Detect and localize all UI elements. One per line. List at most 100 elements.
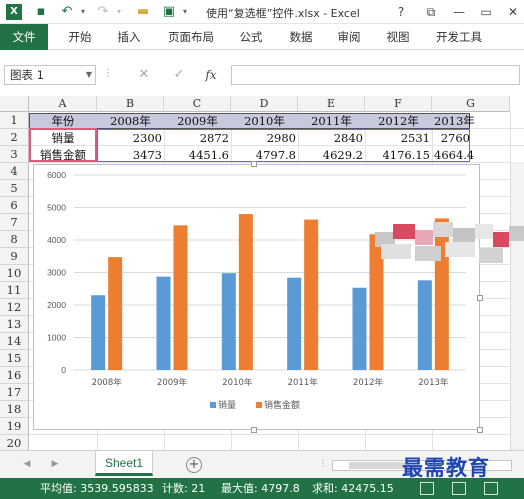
row-header-8[interactable]: 8 [0, 231, 29, 248]
tab-view[interactable]: 视图 [380, 24, 416, 50]
row-header-17[interactable]: 17 [0, 384, 29, 401]
chart-resize-handle-top[interactable] [251, 161, 257, 167]
cell-d2[interactable]: 2980 [231, 130, 298, 146]
column-header-a[interactable]: A [29, 96, 97, 112]
row-header-16[interactable]: 16 [0, 367, 29, 384]
row-header-5[interactable]: 5 [0, 180, 29, 197]
tab-review[interactable]: 审阅 [331, 24, 367, 50]
cell-e3[interactable]: 4629.2 [298, 147, 365, 163]
name-box[interactable]: 图表 1 ▼ [4, 65, 96, 85]
enter-icon[interactable]: ✓ [167, 65, 191, 85]
cell-a1[interactable]: 年份 [30, 113, 96, 129]
cell-c2[interactable]: 2872 [164, 130, 231, 146]
column-header-f[interactable]: F [365, 96, 432, 112]
cell-g3[interactable]: 4664.4 [432, 147, 474, 163]
bar-sales-volume [287, 277, 302, 370]
cell-e2[interactable]: 2840 [298, 130, 365, 146]
ribbon-display-options-icon[interactable]: ⧉ [420, 2, 442, 22]
ribbon-tabs: 文件 开始 插入 页面布局 公式 数据 审阅 视图 开发工具 [0, 24, 524, 50]
page-layout-view-icon[interactable] [452, 482, 466, 495]
cell-f2[interactable]: 2531 [365, 130, 432, 146]
tab-developer[interactable]: 开发工具 [430, 24, 488, 50]
select-all-corner[interactable] [0, 96, 29, 112]
y-tick-label: 1000 [47, 333, 66, 343]
row-header-7[interactable]: 7 [0, 214, 29, 231]
row-header-9[interactable]: 9 [0, 248, 29, 265]
formula-input[interactable] [231, 65, 520, 85]
minimize-button[interactable]: — [448, 2, 470, 22]
y-tick-label: 0 [61, 365, 66, 375]
chevron-down-icon[interactable]: ▼ [86, 66, 92, 84]
cell-g1[interactable]: 2013年 [432, 113, 475, 129]
cell-g2[interactable]: 2760 [432, 130, 472, 146]
scroll-sheets-right-icon[interactable]: ▶ [48, 457, 62, 471]
row-header-12[interactable]: 12 [0, 299, 29, 316]
bar-sales-volume [417, 280, 432, 370]
column-header-b[interactable]: B [97, 96, 164, 112]
open-icon[interactable]: ▬ [134, 3, 152, 21]
column-header-c[interactable]: C [164, 96, 231, 112]
customize-toolbar-icon[interactable]: ▾ [176, 3, 194, 21]
y-tick-label: 3000 [47, 268, 66, 278]
tab-home[interactable]: 开始 [62, 24, 98, 50]
chart-resize-handle-bottom[interactable] [251, 427, 257, 433]
cell-d1[interactable]: 2010年 [231, 113, 298, 129]
sheet-tab-sheet1[interactable]: Sheet1 [95, 451, 153, 476]
row-header-13[interactable]: 13 [0, 316, 29, 333]
cell-c1[interactable]: 2009年 [164, 113, 231, 129]
column-header-d[interactable]: D [231, 96, 298, 112]
column-header-g[interactable]: G [432, 96, 510, 112]
insert-function-icon[interactable]: fx [199, 65, 223, 85]
chart-object[interactable]: 0 1000 2000 3000 4000 5000 6000 2008年 2009年 2010年… [33, 164, 480, 430]
row-header-6[interactable]: 6 [0, 197, 29, 214]
horizontal-scrollbar-thumb[interactable] [349, 462, 409, 469]
row-header-14[interactable]: 14 [0, 333, 29, 350]
row-header-11[interactable]: 11 [0, 282, 29, 299]
tab-data[interactable]: 数据 [283, 24, 319, 50]
undo-dropdown-icon[interactable]: ▾ [74, 3, 92, 21]
cell-f1[interactable]: 2012年 [365, 113, 432, 129]
status-bar: 平均值: 3539.595833 计数: 21 最大值: 4797.8 求和: … [0, 478, 524, 499]
tab-file[interactable]: 文件 [0, 24, 48, 50]
help-button[interactable]: ? [390, 2, 412, 22]
bar-sales-volume [156, 276, 171, 370]
row-header-3[interactable]: 3 [0, 146, 29, 163]
x-tick-label: 2011年 [288, 377, 319, 388]
chart-resize-handle-corner[interactable] [477, 427, 483, 433]
cell-e1[interactable]: 2011年 [298, 113, 365, 129]
cell-b2[interactable]: 2300 [97, 130, 164, 146]
status-average: 平均值: 3539.595833 [40, 482, 154, 495]
redo-dropdown-icon[interactable]: ▾ [110, 3, 128, 21]
tab-page-layout[interactable]: 页面布局 [160, 24, 222, 50]
normal-view-icon[interactable] [420, 482, 434, 495]
maximize-button[interactable]: ▭ [475, 2, 497, 22]
sheet-split-handle-icon[interactable]: ⋮ [316, 457, 330, 471]
chart-resize-handle-right[interactable] [477, 295, 483, 301]
row-header-15[interactable]: 15 [0, 350, 29, 367]
cancel-icon[interactable]: ✕ [132, 65, 156, 85]
worksheet-grid[interactable]: A B C D E F G 1 2 3 4 5 6 7 8 9 10 11 12 13 14 15 16 17 1… [0, 96, 524, 452]
column-header-e[interactable]: E [298, 96, 365, 112]
save-icon[interactable]: ▪ [32, 3, 50, 21]
cell-f3[interactable]: 4176.15 [365, 147, 432, 163]
row-header-19[interactable]: 19 [0, 418, 29, 435]
page-break-view-icon[interactable] [484, 482, 498, 495]
status-count: 计数: 21 [162, 482, 206, 495]
formula-bar-grip-icon[interactable]: ⋮ [103, 68, 113, 79]
tab-formulas[interactable]: 公式 [233, 24, 269, 50]
row-header-1[interactable]: 1 [0, 112, 29, 129]
row-header-2[interactable]: 2 [0, 129, 29, 146]
cell-b3[interactable]: 3473 [97, 147, 164, 163]
cell-c3[interactable]: 4451.6 [164, 147, 231, 163]
row-header-18[interactable]: 18 [0, 401, 29, 418]
close-button[interactable]: ✕ [502, 2, 524, 22]
row-header-10[interactable]: 10 [0, 265, 29, 282]
bar-sales-amount [238, 214, 253, 370]
tab-insert[interactable]: 插入 [111, 24, 147, 50]
vertical-scrollbar[interactable] [510, 162, 524, 450]
cell-d3[interactable]: 4797.8 [231, 147, 298, 163]
add-sheet-icon[interactable]: + [186, 457, 202, 473]
row-header-4[interactable]: 4 [0, 163, 29, 180]
scroll-sheets-left-icon[interactable]: ◀ [20, 457, 34, 471]
cell-b1[interactable]: 2008年 [97, 113, 164, 129]
